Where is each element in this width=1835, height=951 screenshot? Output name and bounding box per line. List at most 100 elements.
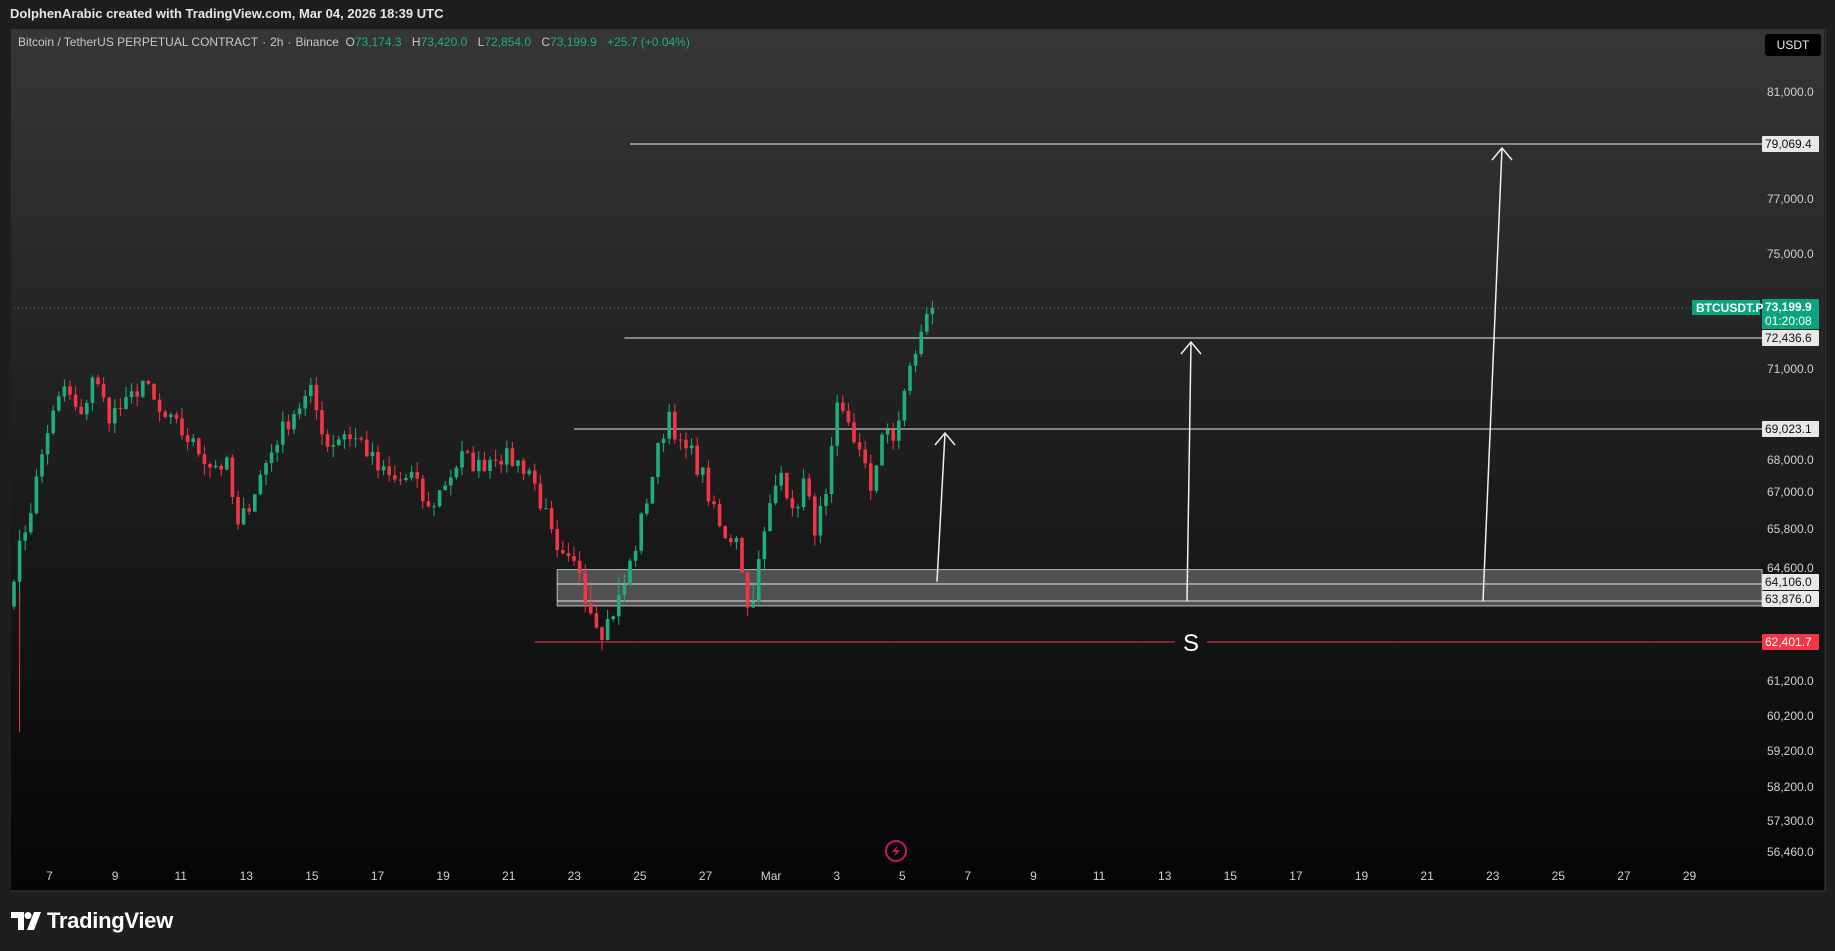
bar-countdown: 01:20:08: [1765, 314, 1812, 328]
candle-body: [505, 448, 509, 465]
candle-body: [717, 504, 722, 527]
x-tick-label: 27: [1617, 869, 1631, 883]
candle-body: [157, 399, 162, 412]
level-price-tag: 72,436.6: [1762, 330, 1819, 346]
candlestick-chart[interactable]: S 81,000.0 77,000.0 75,000.0 71,000.0 68,000…: [0, 0, 1835, 951]
candle-body: [785, 472, 789, 499]
candle-body: [180, 418, 184, 436]
x-tick-label: 19: [436, 869, 450, 883]
x-tick-label: 5: [899, 869, 906, 883]
level-price-tag: 79,069.4: [1762, 136, 1819, 152]
candle-body: [824, 494, 828, 506]
candle-body: [415, 472, 419, 479]
candle-body: [695, 445, 699, 475]
candle-body: [230, 457, 235, 498]
level-price-tag: 64,106.0: [1762, 574, 1819, 590]
candle-body: [841, 402, 845, 411]
candle-body: [292, 414, 296, 430]
candle-body: [443, 485, 447, 491]
high-label: H: [411, 35, 421, 49]
candle-body: [404, 478, 408, 480]
candle-body: [337, 439, 341, 446]
candle-body: [241, 508, 246, 525]
candle-body: [600, 627, 604, 640]
candle-body: [544, 508, 548, 510]
candle-body: [202, 454, 207, 465]
candle-body: [880, 434, 884, 466]
candle-body: [818, 505, 823, 536]
candle-body: [510, 448, 515, 466]
candle-body: [275, 444, 279, 453]
candle-body: [779, 472, 783, 486]
candle-body: [857, 442, 862, 450]
candle-body: [370, 451, 375, 457]
candle-body: [516, 460, 520, 466]
level-price-tag-text: 72,436.6: [1765, 331, 1812, 345]
candle-body: [57, 396, 61, 411]
candle-body: [135, 391, 139, 397]
candle-body: [107, 397, 111, 424]
candle-body: [146, 380, 151, 384]
candle-body: [90, 377, 95, 403]
x-tick-label: 9: [112, 869, 119, 883]
candle-body: [197, 438, 201, 455]
candle-body: [701, 467, 705, 475]
x-tick-label: 25: [1552, 869, 1566, 883]
candle-body: [398, 479, 403, 481]
candle-body: [577, 560, 582, 573]
candle-body: [297, 408, 302, 415]
candle-body: [482, 459, 487, 471]
support-label: S: [1183, 630, 1199, 657]
candle-body: [768, 503, 772, 532]
y-tick-label: 81,000.0: [1767, 85, 1814, 99]
y-tick-label: 58,200.0: [1767, 780, 1814, 794]
candle-body: [533, 470, 537, 484]
candle-body: [309, 384, 313, 397]
candle-body: [471, 452, 475, 472]
candle-body: [45, 433, 50, 455]
candle-body: [661, 438, 666, 444]
level-price-tag: 69,023.1: [1762, 421, 1819, 437]
symbol-legend[interactable]: Bitcoin / TetherUS PERPETUAL CONTRACT · 2h…: [18, 35, 697, 49]
candle-body: [247, 508, 251, 512]
candle-body: [538, 483, 543, 509]
candle-body: [930, 307, 935, 314]
x-tick-label: 21: [1420, 869, 1434, 883]
candle-body: [124, 397, 128, 410]
candle-body: [678, 439, 683, 441]
candle-body: [219, 465, 223, 470]
candle-body: [583, 572, 587, 604]
currency-button[interactable]: USDT: [1764, 33, 1822, 57]
candle-body: [684, 439, 688, 449]
x-tick-label: 19: [1355, 869, 1369, 883]
candle-body: [622, 584, 627, 596]
candle-body: [208, 464, 212, 468]
candle-body: [549, 508, 554, 530]
x-tick-label: 13: [240, 869, 254, 883]
candle-body: [269, 452, 274, 464]
x-tick-label: 7: [965, 869, 972, 883]
candle-body: [706, 467, 711, 502]
candle-body: [561, 549, 565, 554]
candle-body: [813, 496, 817, 536]
candle-body: [163, 411, 167, 418]
candle-body: [213, 465, 218, 468]
tradingview-logo[interactable]: TradingView: [11, 908, 173, 934]
y-tick-label: 56,460.0: [1767, 845, 1814, 859]
candle-body: [79, 406, 83, 415]
y-tick-label: 59,200.0: [1767, 744, 1814, 758]
candle-body: [225, 457, 229, 470]
symbol-name: Bitcoin / TetherUS PERPETUAL CONTRACT: [18, 35, 259, 49]
candle-body: [303, 396, 307, 409]
candle-body: [286, 421, 291, 430]
y-tick-label: 60,200.0: [1767, 709, 1814, 723]
support-price-tag: 62,401.7: [1762, 634, 1819, 650]
candle-body: [331, 445, 335, 447]
change-value: +25.7 (+0.04%): [607, 35, 690, 49]
candle-body: [365, 439, 369, 457]
tradingview-logo-icon: [11, 912, 41, 930]
candle-body: [617, 595, 621, 617]
x-tick-label: 25: [633, 869, 647, 883]
candle-body: [449, 477, 453, 486]
candle-body: [639, 513, 643, 551]
